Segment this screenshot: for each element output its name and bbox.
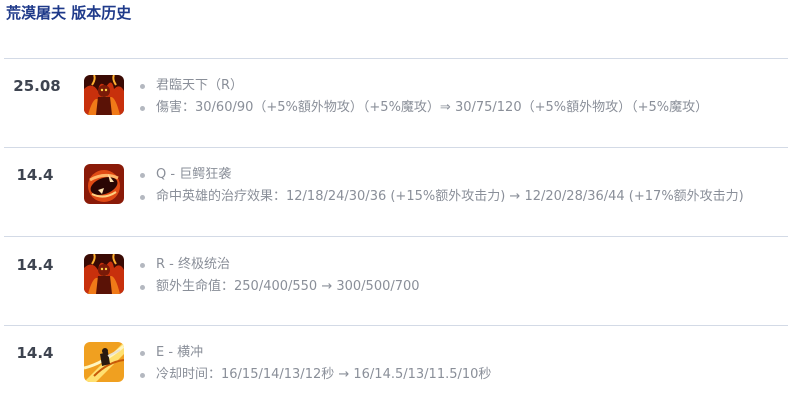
- divider: [4, 325, 788, 326]
- change-item: R - 终极统治: [138, 254, 420, 276]
- change-list: Q - 巨鳄狂袭 命中英雄的治疗效果：12/18/24/30/36 (+15%额…: [138, 164, 744, 208]
- change-text: 冷却时间：16/15/14/13/12秒 → 16/14.5/13/11.5/1…: [156, 367, 492, 382]
- change-item: Q - 巨鳄狂袭: [138, 164, 744, 186]
- ultimate-fire-ability-icon: [84, 75, 124, 115]
- bullet-icon: [140, 173, 145, 178]
- bullet-icon: [140, 285, 145, 290]
- history-entry: 14.4 Q - 巨鳄狂袭 命中英雄的治疗效果：12/18/24/30/36 (…: [0, 164, 788, 224]
- crocodile-rage-ability-icon: [84, 164, 124, 204]
- change-text: 命中英雄的治疗效果：12/18/24/30/36 (+15%额外攻击力) → 1…: [156, 189, 744, 204]
- change-text: 君臨天下（R）: [156, 78, 244, 93]
- change-text: Q - 巨鳄狂袭: [156, 167, 232, 182]
- change-item: E - 横冲: [138, 342, 491, 364]
- divider: [4, 236, 788, 237]
- change-item: 额外生命值：250/400/550 → 300/500/700: [138, 276, 420, 298]
- divider: [4, 58, 788, 59]
- charge-slash-ability-icon: [84, 342, 124, 382]
- version-label: 25.08: [13, 77, 61, 95]
- version-label: 14.4: [16, 344, 54, 362]
- version-label: 14.4: [16, 256, 54, 274]
- change-text: R - 终极统治: [156, 257, 230, 272]
- bullet-icon: [140, 106, 145, 111]
- bullet-icon: [140, 195, 145, 200]
- change-text: E - 横冲: [156, 345, 204, 360]
- change-text: 额外生命值：250/400/550 → 300/500/700: [156, 279, 420, 294]
- change-item: 冷却时间：16/15/14/13/12秒 → 16/14.5/13/11.5/1…: [138, 364, 491, 386]
- history-entry: 14.4 R - 终极统治 额外生命值：250/400/550 → 300/50…: [0, 254, 788, 314]
- bullet-icon: [140, 84, 145, 89]
- version-label: 14.4: [16, 166, 54, 184]
- change-list: R - 终极统治 额外生命值：250/400/550 → 300/500/700: [138, 254, 420, 298]
- change-list: 君臨天下（R） 傷害：30/60/90（+5%額外物攻）（+5%魔攻）⇒ 30/…: [138, 75, 708, 119]
- change-list: E - 横冲 冷却时间：16/15/14/13/12秒 → 16/14.5/13…: [138, 342, 491, 386]
- divider: [4, 147, 788, 148]
- change-item: 傷害：30/60/90（+5%額外物攻）（+5%魔攻）⇒ 30/75/120（+…: [138, 97, 708, 119]
- change-item: 君臨天下（R）: [138, 75, 708, 97]
- change-item: 命中英雄的治疗效果：12/18/24/30/36 (+15%额外攻击力) → 1…: [138, 186, 744, 208]
- bullet-icon: [140, 373, 145, 378]
- history-entry: 14.4 E - 横冲 冷却时间：16/15/14/13/12秒 → 16/14…: [0, 342, 788, 402]
- bullet-icon: [140, 351, 145, 356]
- bullet-icon: [140, 263, 145, 268]
- page-title: 荒漠屠夫 版本历史: [6, 4, 132, 22]
- history-entry: 25.08 君臨天下（R） 傷害：30/60/90（+5%額外物攻）（+5%魔攻…: [0, 75, 788, 135]
- ultimate-fire-ability-icon: [84, 254, 124, 294]
- change-text: 傷害：30/60/90（+5%額外物攻）（+5%魔攻）⇒ 30/75/120（+…: [156, 100, 709, 115]
